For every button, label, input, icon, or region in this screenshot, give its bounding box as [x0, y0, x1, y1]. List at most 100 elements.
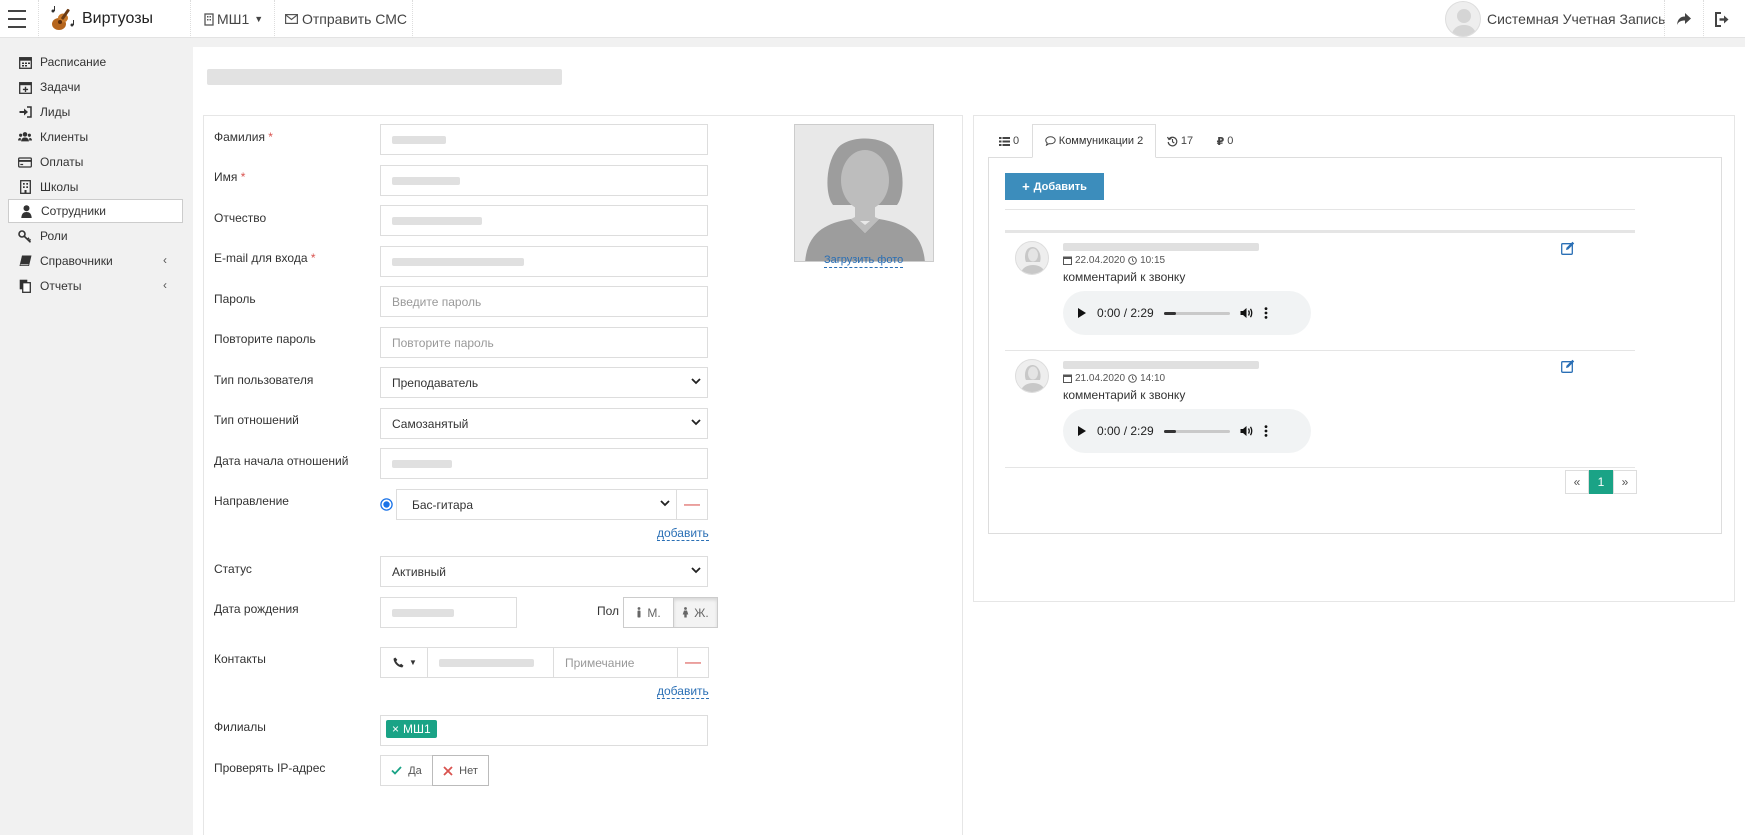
- middle-name-input[interactable]: [380, 205, 708, 236]
- edit-icon[interactable]: [1561, 359, 1575, 373]
- chevron-left-icon: ‹: [163, 253, 167, 267]
- email-input[interactable]: [380, 246, 708, 277]
- sidebar-item-schools[interactable]: Школы: [8, 175, 183, 199]
- send-sms-button[interactable]: Отправить СМС: [285, 0, 407, 38]
- phone-icon: [393, 657, 404, 668]
- sidebar-item-schedule[interactable]: Расписание: [8, 50, 183, 74]
- contact-value-input[interactable]: [427, 647, 554, 678]
- sign-in-icon: [18, 105, 32, 119]
- add-communication-button[interactable]: + Добавить: [1005, 173, 1104, 200]
- password-input[interactable]: Введите пароль: [380, 286, 708, 317]
- sidebar-item-roles[interactable]: Роли: [8, 224, 183, 248]
- direction-label: Направление: [214, 494, 289, 508]
- birth-date-input[interactable]: [380, 597, 517, 628]
- brand-link[interactable]: Виртуозы: [48, 0, 153, 38]
- share-button[interactable]: [1665, 0, 1703, 38]
- add-direction-link[interactable]: добавить: [657, 527, 709, 541]
- pagination-page[interactable]: 1: [1589, 470, 1613, 494]
- school-selector[interactable]: МШ1 ▼: [204, 0, 263, 38]
- list-icon: [998, 136, 1010, 146]
- sidebar-item-reports[interactable]: Отчеты ‹: [8, 274, 183, 298]
- gender-female-button[interactable]: Ж.: [673, 597, 718, 628]
- email-label: E-mail для входа *: [214, 251, 316, 265]
- chevron-down-icon: [691, 378, 701, 385]
- chevron-left-icon: ‹: [163, 278, 167, 292]
- status-select[interactable]: Активный: [380, 556, 708, 587]
- comment-text: комментарий к звонку: [1063, 270, 1186, 284]
- comment-text: комментарий к звонку: [1063, 388, 1186, 402]
- tab-label: 17: [1180, 135, 1194, 147]
- status-label: Статус: [214, 562, 252, 576]
- chevron-down-icon: [691, 567, 701, 574]
- contact-note-input[interactable]: Примечание: [553, 647, 678, 678]
- contacts-label: Контакты: [214, 652, 266, 666]
- communication-item: 21.04.2020 14:10 комментарий к звонку 0:…: [1005, 351, 1635, 468]
- user-name: Системная Учетная Запись: [1487, 11, 1666, 27]
- gender-male-button[interactable]: М.: [623, 597, 674, 628]
- sidebar-item-label: Клиенты: [40, 130, 89, 144]
- menu-toggle-icon[interactable]: [8, 0, 28, 38]
- sidebar-item-payments[interactable]: Оплаты: [8, 150, 183, 174]
- tab-history[interactable]: 17: [1158, 124, 1202, 158]
- sign-out-icon: [1715, 11, 1729, 27]
- caret-down-icon: ▼: [409, 658, 417, 667]
- pagination-prev[interactable]: «: [1565, 470, 1589, 494]
- sidebar-item-clients[interactable]: Клиенты: [8, 125, 183, 149]
- building-icon: [18, 180, 32, 194]
- comment-author: [1063, 361, 1259, 369]
- relation-start-input[interactable]: [380, 448, 708, 479]
- relation-start-label: Дата начала отношений: [214, 454, 349, 468]
- more-vertical-icon[interactable]: [1264, 307, 1268, 319]
- male-icon: [637, 607, 641, 618]
- sidebar-item-references[interactable]: Справочники ‹: [8, 249, 183, 273]
- volume-icon[interactable]: [1240, 425, 1254, 437]
- logout-button[interactable]: [1704, 0, 1742, 38]
- audio-player[interactable]: 0:00 / 2:29: [1063, 291, 1311, 335]
- contact-type-select[interactable]: ▼: [380, 647, 428, 678]
- check-ip-yes-button[interactable]: Да: [380, 755, 433, 786]
- audio-progress-slider[interactable]: [1163, 429, 1230, 433]
- close-icon[interactable]: ×: [392, 722, 399, 736]
- tab-label: Коммуникации 2: [1058, 135, 1144, 147]
- audio-player[interactable]: 0:00 / 2:29: [1063, 409, 1311, 453]
- upload-photo-link[interactable]: Загрузить фото: [824, 254, 904, 268]
- remove-contact-button[interactable]: —: [677, 647, 709, 678]
- direction-primary-radio[interactable]: [380, 498, 393, 511]
- relation-type-select[interactable]: Самозанятый: [380, 408, 708, 439]
- check-ip-yes-label: Да: [408, 764, 422, 777]
- play-icon[interactable]: [1077, 307, 1087, 319]
- sidebar-item-employees[interactable]: Сотрудники: [8, 199, 183, 223]
- direction-value: Бас-гитара: [412, 497, 474, 512]
- user-type-value: Преподаватель: [392, 375, 479, 390]
- caret-down-icon: ▼: [254, 14, 264, 24]
- profile-photo[interactable]: [794, 124, 934, 262]
- sidebar-item-label: Задачи: [40, 80, 81, 94]
- clock-icon: [1128, 256, 1137, 265]
- last-name-input[interactable]: [380, 124, 708, 155]
- tab-payments[interactable]: ₽ 0: [1204, 124, 1246, 158]
- audio-progress-slider[interactable]: [1163, 311, 1230, 315]
- comment-date: 22.04.2020 10:15: [1063, 255, 1165, 266]
- sidebar-item-tasks[interactable]: Задачи: [8, 75, 183, 99]
- branch-tag[interactable]: × МШ1: [386, 720, 437, 738]
- tab-label: 0: [1012, 135, 1020, 147]
- direction-select[interactable]: Бас-гитара: [396, 489, 677, 520]
- sidebar-item-label: Школы: [40, 180, 79, 194]
- tab-notes[interactable]: 0: [988, 124, 1030, 158]
- add-contact-link[interactable]: добавить: [657, 685, 709, 699]
- edit-icon[interactable]: [1561, 241, 1575, 255]
- user-menu[interactable]: Системная Учетная Запись: [1445, 0, 1665, 38]
- user-type-select[interactable]: Преподаватель: [380, 367, 708, 398]
- communication-item: 22.04.2020 10:15 комментарий к звонку 0:…: [1005, 233, 1635, 350]
- volume-icon[interactable]: [1240, 307, 1254, 319]
- sidebar: Расписание Задачи Лиды Клиенты Оплаты Шк…: [0, 38, 190, 835]
- tab-communications[interactable]: Коммуникации 2: [1032, 124, 1156, 158]
- first-name-input[interactable]: [380, 165, 708, 196]
- play-icon[interactable]: [1077, 425, 1087, 437]
- more-vertical-icon[interactable]: [1264, 425, 1268, 437]
- check-ip-no-button[interactable]: Нет: [432, 755, 489, 786]
- pagination-next[interactable]: »: [1613, 470, 1637, 494]
- password-repeat-input[interactable]: Повторите пароль: [380, 327, 708, 358]
- remove-direction-button[interactable]: —: [676, 489, 708, 520]
- sidebar-item-leads[interactable]: Лиды: [8, 100, 183, 124]
